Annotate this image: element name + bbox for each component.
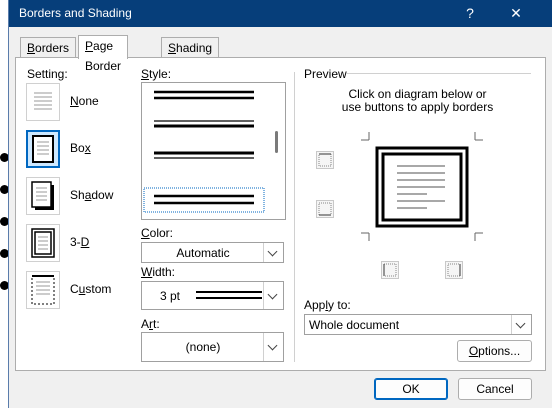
close-button[interactable]: ✕ [501, 2, 531, 24]
setting-none[interactable]: None [26, 83, 106, 123]
apply-to-value: Whole document [309, 318, 400, 332]
box-icon [26, 130, 60, 168]
chevron-down-icon[interactable] [263, 282, 283, 309]
setting-3d[interactable]: 3-D [26, 224, 106, 264]
width-dropdown[interactable]: 3 pt [141, 281, 284, 310]
help-button[interactable]: ? [455, 2, 485, 24]
setting-custom[interactable]: Custom [26, 271, 111, 311]
preview-instruction-2: use buttons to apply borders [341, 100, 494, 114]
cancel-button[interactable]: Cancel [458, 378, 532, 400]
apply-to-dropdown[interactable]: Whole document [304, 314, 532, 335]
setting-shadow[interactable]: Shadow [26, 177, 113, 217]
apply-to-label: Apply to: [304, 298, 351, 312]
art-label: Art: [141, 317, 160, 331]
ok-button[interactable]: OK [374, 378, 448, 400]
top-border-button[interactable] [316, 151, 334, 169]
page-border-panel: Setting: None Box Shadow 3-D Custom Styl… [15, 57, 546, 371]
preview-rule [346, 73, 531, 74]
custom-icon [26, 271, 60, 309]
border-preview-diagram[interactable] [357, 128, 487, 245]
borders-and-shading-dialog: Borders and Shading ? ✕ Borders Page Bor… [8, 0, 552, 408]
shadow-icon [26, 177, 60, 215]
preview-instruction-1: Click on diagram below or [348, 87, 487, 101]
setting-label: None [70, 94, 99, 108]
color-label: Color: [141, 226, 174, 240]
tab-borders[interactable]: Borders [20, 37, 77, 58]
style-option [154, 151, 254, 159]
bottom-border-button[interactable] [316, 200, 334, 218]
setting-label: Shadow [70, 188, 114, 202]
art-value: (none) [185, 340, 221, 354]
width-value: 3 pt [160, 289, 181, 303]
setting-label: 3-D [70, 235, 90, 249]
setting-label: Box [70, 141, 91, 155]
left-border-button[interactable] [381, 261, 399, 279]
style-option [154, 120, 254, 128]
setting-box[interactable]: Box [26, 130, 106, 170]
none-icon [26, 83, 60, 121]
title-bar: Borders and Shading ? ✕ [9, 0, 552, 27]
color-dropdown[interactable]: Automatic [141, 242, 284, 263]
divider [294, 72, 295, 362]
chevron-down-icon[interactable] [263, 333, 283, 361]
tab-shading[interactable]: Shading [161, 37, 220, 58]
setting-heading: Setting: [27, 67, 68, 81]
style-heading: Style: [141, 67, 172, 81]
style-scrollbar[interactable] [268, 83, 285, 217]
style-listbox[interactable] [141, 82, 286, 220]
art-dropdown[interactable]: (none) [141, 332, 284, 362]
setting-label: Custom [70, 282, 112, 296]
dialog-title: Borders and Shading [19, 6, 132, 20]
color-value: Automatic [176, 246, 230, 260]
preview-heading: Preview [304, 67, 347, 81]
options-button[interactable]: Options... [457, 340, 532, 362]
style-option [154, 90, 254, 100]
chevron-down-icon[interactable] [263, 243, 283, 262]
width-line-preview [196, 291, 262, 299]
tab-page-border[interactable]: Page Border [78, 35, 129, 73]
right-border-button[interactable] [445, 261, 463, 279]
width-label: Width: [141, 265, 176, 279]
chevron-down-icon[interactable] [511, 315, 531, 334]
style-option-selected [154, 194, 254, 205]
3d-icon [26, 224, 60, 262]
scrollbar-thumb[interactable] [275, 131, 278, 153]
